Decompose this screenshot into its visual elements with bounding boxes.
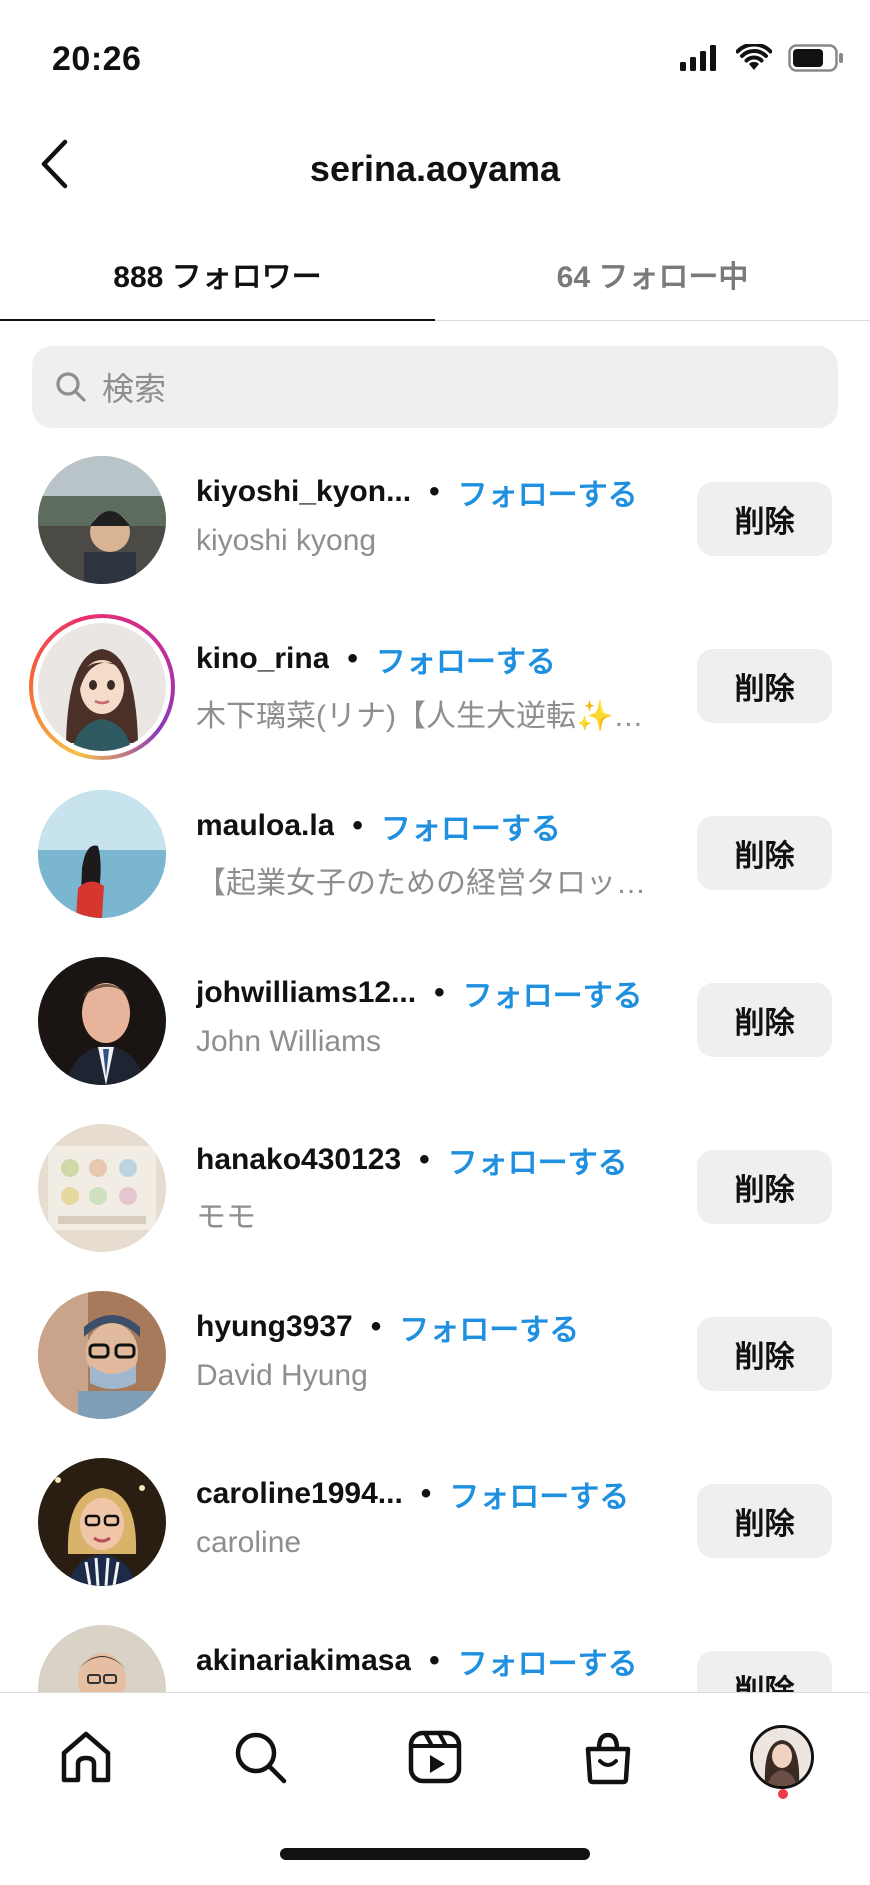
- follow-link[interactable]: フォローする: [458, 470, 638, 514]
- username[interactable]: johwilliams12...: [196, 976, 416, 1010]
- remove-button[interactable]: 削除: [697, 1317, 832, 1391]
- follower-info: hyung3937 • フォローする David Hyung: [196, 1305, 666, 1393]
- follower-row: kino_rina • フォローする 木下璃菜(リナ)【人生大逆転✨… 削除: [0, 614, 870, 782]
- page-title: serina.aoyama: [309, 148, 561, 189]
- battery-icon: [788, 44, 843, 72]
- avatar[interactable]: [38, 1291, 166, 1419]
- search-input[interactable]: 検索: [32, 346, 838, 428]
- separator-dot: •: [434, 976, 445, 1009]
- search-placeholder: 検索: [102, 371, 167, 407]
- follow-link[interactable]: フォローする: [399, 1305, 579, 1349]
- username[interactable]: caroline1994...: [196, 1477, 403, 1511]
- full-name: David Hyung: [196, 1359, 368, 1392]
- follower-info: kiyoshi_kyon... • フォローする kiyoshi kyong: [196, 470, 666, 558]
- separator-dot: •: [419, 1143, 430, 1176]
- separator-dot: •: [420, 1477, 432, 1510]
- wifi-icon: [736, 44, 772, 70]
- status-bar: 20:26: [0, 0, 870, 110]
- remove-button[interactable]: 削除: [697, 1651, 832, 1692]
- avatar[interactable]: [38, 1458, 166, 1586]
- follow-link[interactable]: フォローする: [381, 804, 561, 848]
- tab-indicator: [0, 319, 435, 321]
- follower-info: hanako430123 • フォローする モモ: [196, 1138, 666, 1236]
- tab-followers[interactable]: 888 フォロワー: [0, 228, 435, 320]
- avatar[interactable]: [38, 456, 166, 584]
- follow-link[interactable]: フォローする: [448, 1138, 628, 1182]
- avatar[interactable]: [38, 1124, 166, 1252]
- reels-icon: [408, 1730, 462, 1784]
- remove-button[interactable]: 削除: [697, 482, 832, 556]
- nav-profile[interactable]: [742, 1717, 822, 1797]
- tab-following[interactable]: 64 フォロー中: [435, 228, 870, 320]
- search-icon: [54, 370, 88, 404]
- follower-info: mauloa.la • フォローする 【起業女子のための経営タロッ…: [196, 804, 666, 902]
- notification-dot: [778, 1789, 788, 1799]
- tabs: 888 フォロワー 64 フォロー中: [0, 228, 870, 321]
- follower-info: akinariakimasa • フォローする: [196, 1639, 666, 1692]
- full-name: 木下璃菜(リナ)【人生大逆転✨…: [196, 700, 644, 733]
- full-name: 【起業女子のための経営タロッ…: [196, 867, 646, 900]
- follower-row: caroline1994... • フォローする caroline 削除: [0, 1450, 870, 1617]
- nav-home[interactable]: [46, 1717, 126, 1797]
- home-icon: [61, 1731, 111, 1783]
- username[interactable]: akinariakimasa: [196, 1644, 411, 1678]
- full-name: kiyoshi kyong: [196, 524, 377, 557]
- username[interactable]: kiyoshi_kyon...: [196, 475, 411, 509]
- username[interactable]: kino_rina: [196, 642, 329, 676]
- status-icons: [680, 44, 844, 72]
- separator-dot: •: [347, 642, 358, 675]
- remove-button[interactable]: 削除: [697, 649, 832, 723]
- search-icon: [235, 1732, 287, 1784]
- remove-button[interactable]: 削除: [697, 1150, 832, 1224]
- home-indicator: [280, 1848, 590, 1860]
- full-name: caroline: [196, 1526, 302, 1559]
- follow-link[interactable]: フォローする: [449, 1472, 629, 1516]
- username[interactable]: hyung3937: [196, 1310, 353, 1344]
- follower-info: caroline1994... • フォローする caroline: [196, 1472, 666, 1560]
- follow-link[interactable]: フォローする: [463, 971, 643, 1015]
- follower-row: hyung3937 • フォローする David Hyung 削除: [0, 1283, 870, 1450]
- profile-avatar: [750, 1725, 814, 1789]
- remove-button[interactable]: 削除: [697, 816, 832, 890]
- follower-row: johwilliams12... • フォローする John Williams …: [0, 949, 870, 1116]
- full-name: John Williams: [196, 1025, 382, 1058]
- follower-row: akinariakimasa • フォローする 削除: [0, 1617, 870, 1692]
- nav-search[interactable]: [220, 1717, 300, 1797]
- separator-dot: •: [429, 1644, 440, 1677]
- avatar[interactable]: [38, 790, 166, 918]
- remove-button[interactable]: 削除: [697, 1484, 832, 1558]
- status-time: 20:26: [52, 40, 142, 78]
- separator-dot: •: [429, 475, 440, 508]
- header: serina.aoyama: [0, 120, 870, 220]
- cellular-signal-icon: [680, 45, 716, 71]
- nav-shop[interactable]: [568, 1717, 648, 1797]
- remove-button[interactable]: 削除: [697, 983, 832, 1057]
- avatar[interactable]: [38, 623, 166, 751]
- separator-dot: •: [352, 809, 363, 842]
- username[interactable]: mauloa.la: [196, 809, 334, 843]
- follower-info: kino_rina • フォローする 木下璃菜(リナ)【人生大逆転✨…: [196, 637, 666, 735]
- nav-reels[interactable]: [395, 1717, 475, 1797]
- separator-dot: •: [370, 1310, 382, 1343]
- followers-list: kiyoshi_kyon... • フォローする kiyoshi kyong 削…: [0, 448, 870, 1692]
- follow-link[interactable]: フォローする: [376, 637, 556, 681]
- avatar[interactable]: [38, 1625, 166, 1692]
- username[interactable]: hanako430123: [196, 1143, 401, 1177]
- avatar[interactable]: [38, 957, 166, 1085]
- follower-row: hanako430123 • フォローする モモ 削除: [0, 1116, 870, 1283]
- follower-info: johwilliams12... • フォローする John Williams: [196, 971, 666, 1059]
- follower-row: kiyoshi_kyon... • フォローする kiyoshi kyong 削…: [0, 448, 870, 615]
- full-name: モモ: [196, 1201, 256, 1234]
- follower-row: mauloa.la • フォローする 【起業女子のための経営タロッ… 削除: [0, 782, 870, 949]
- follow-link[interactable]: フォローする: [458, 1639, 638, 1683]
- shop-icon: [585, 1732, 631, 1785]
